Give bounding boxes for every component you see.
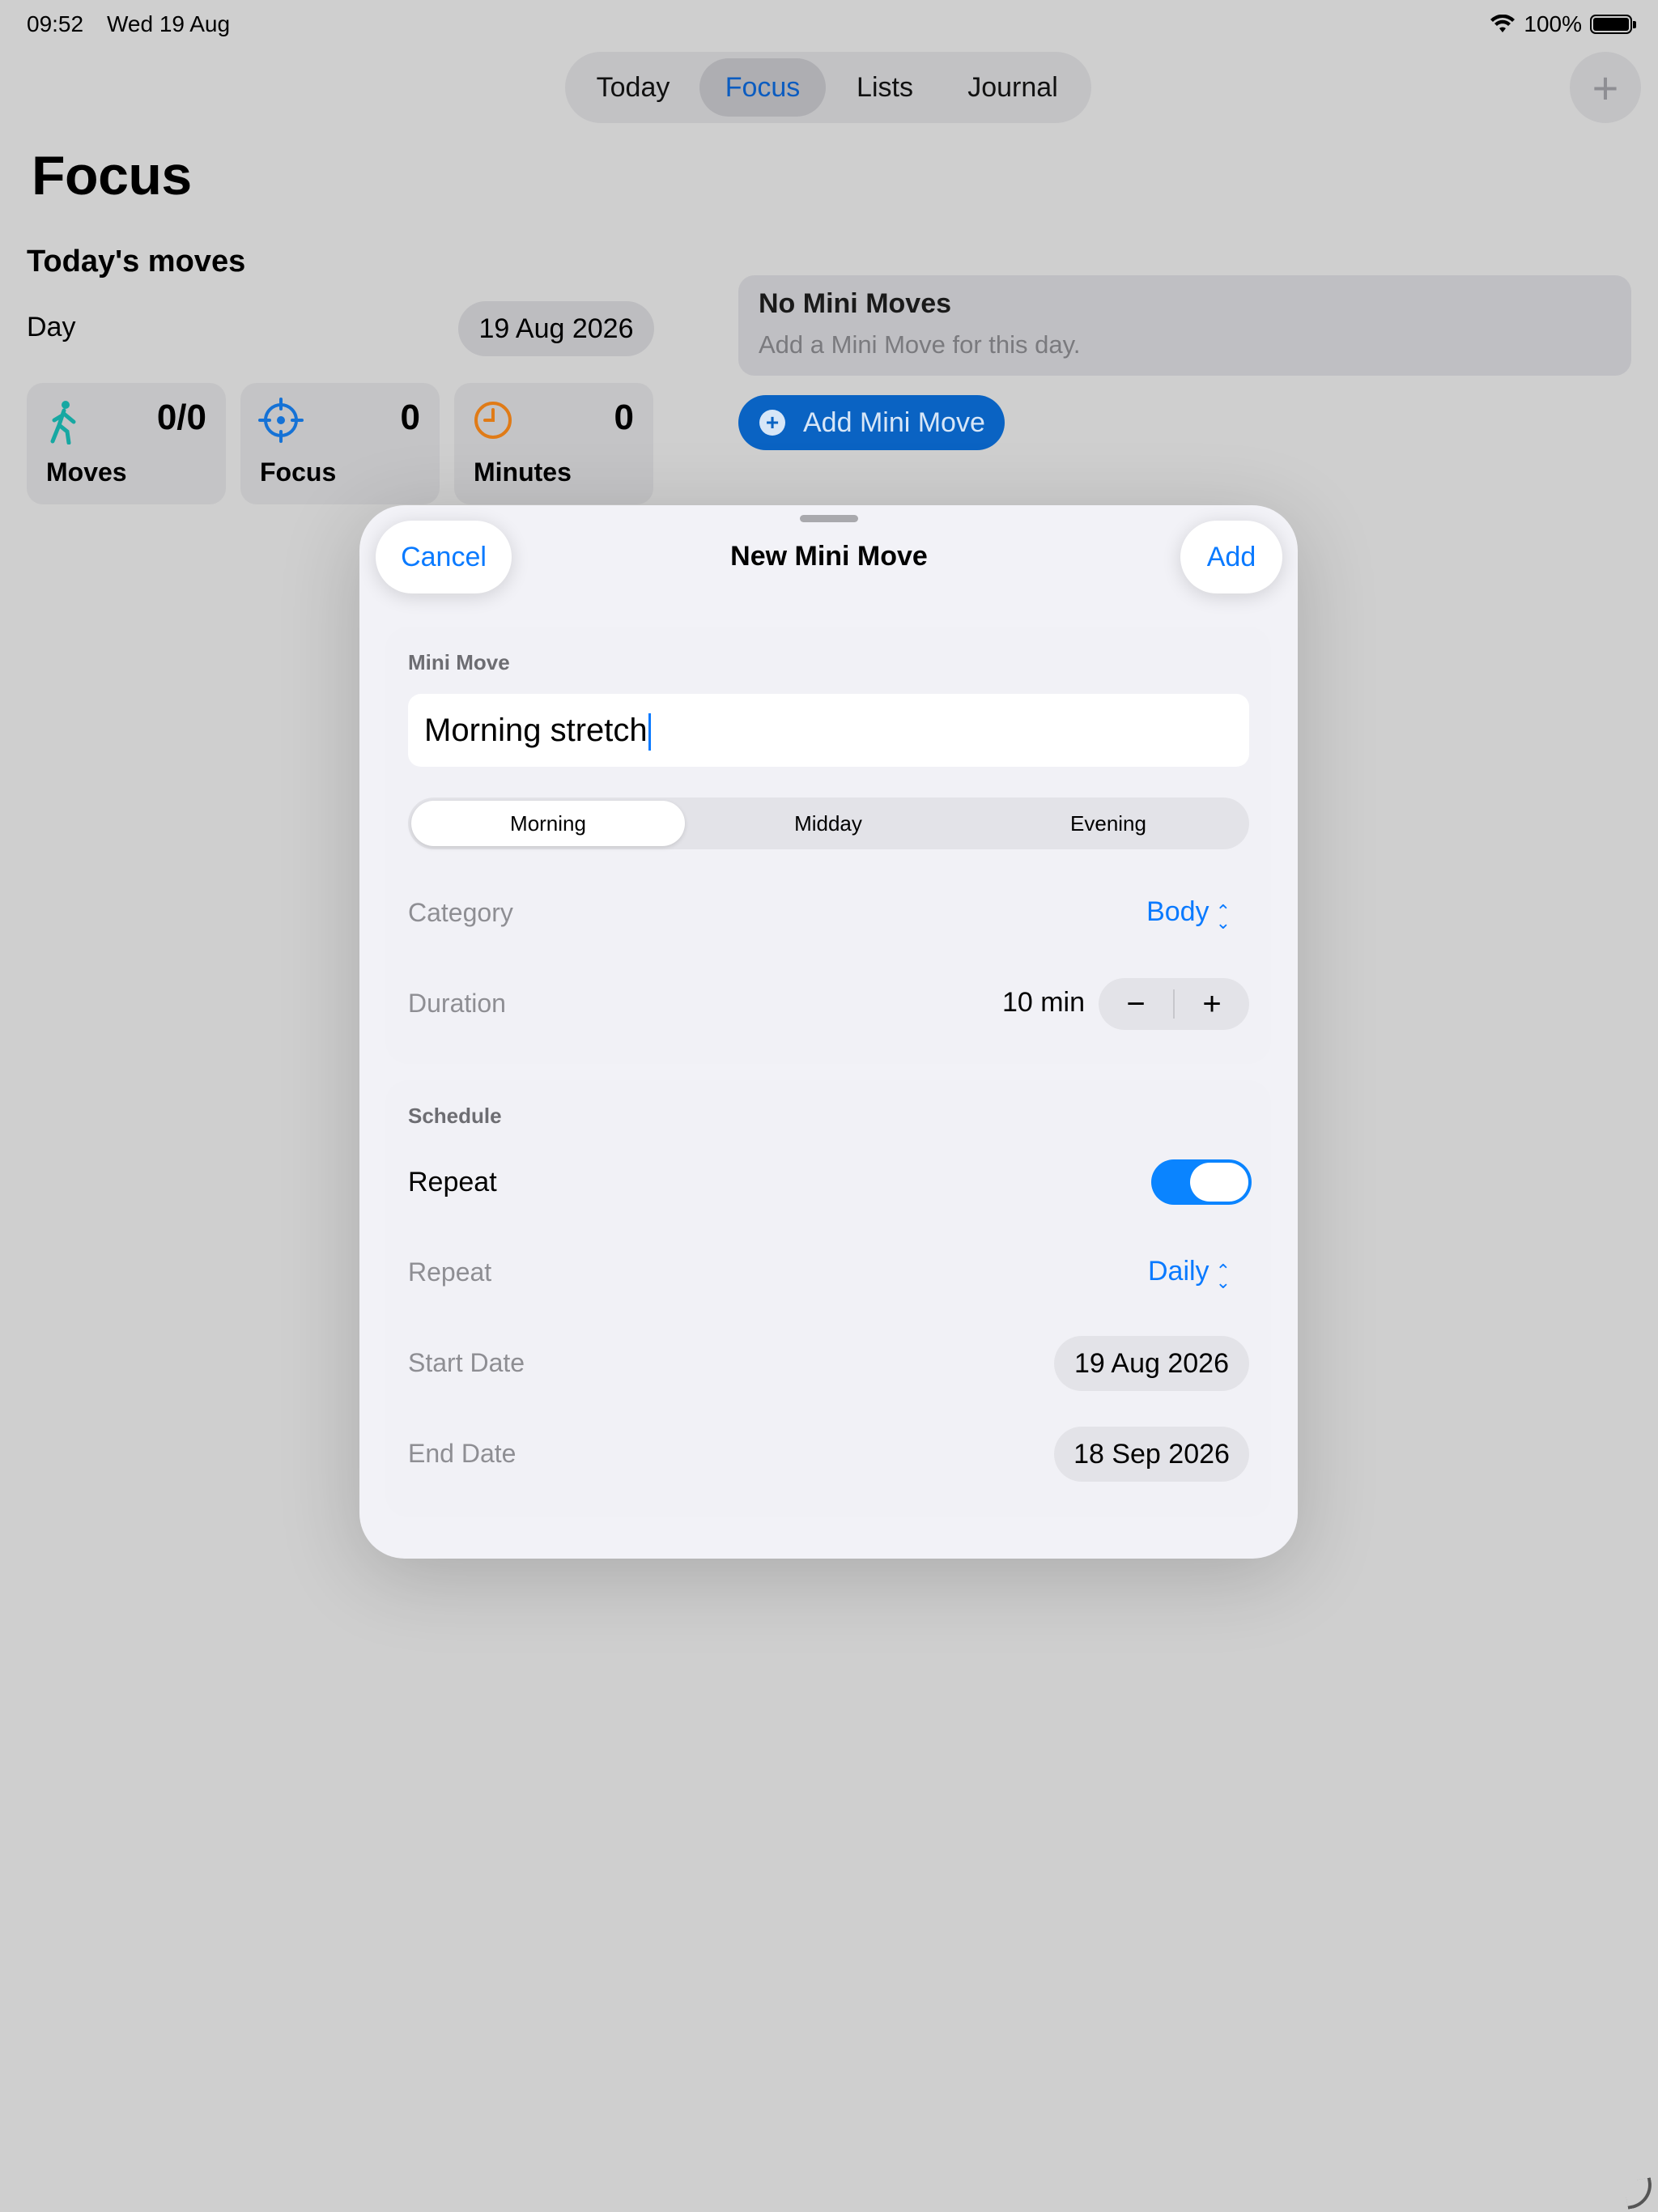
walking-figure-icon [50,401,76,445]
add-mini-move-button[interactable]: + Add Mini Move [738,395,1005,450]
schedule-header: Schedule [408,1104,502,1128]
stat-minutes: 0 Minutes [454,383,653,504]
empty-state-subtitle: Add a Mini Move for this day. [759,330,1081,359]
category-label: Category [408,898,513,927]
segment-evening[interactable]: Evening [971,801,1245,846]
clock-icon [474,402,512,439]
add-button[interactable]: + [1570,52,1641,123]
resize-handle-icon[interactable] [1623,2177,1656,2210]
plus-circle-icon: + [759,410,785,436]
mini-move-name-value: Morning stretch [424,713,648,748]
repeat-toggle[interactable] [1151,1159,1252,1205]
wifi-icon [1490,15,1516,32]
stat-minutes-value: 0 [614,398,634,437]
sheet-grabber[interactable] [800,515,858,522]
sheet-title: New Mini Move [730,541,928,572]
status-indicators: 100% [1490,11,1636,37]
category-picker[interactable]: Body ⌃ ⌄ [1146,896,1231,933]
repeat-toggle-label: Repeat [408,1167,497,1197]
segment-midday[interactable]: Midday [691,801,965,846]
empty-state-title: No Mini Moves [759,288,952,319]
plus-icon: + [1592,62,1619,113]
segment-morning[interactable]: Morning [411,801,685,846]
stat-moves-value: 0/0 [156,398,206,437]
tab-focus[interactable]: Focus [699,58,826,117]
start-date-label: Start Date [408,1348,525,1377]
status-time: 09:52 [27,11,84,36]
stepper-plus-button[interactable]: + [1175,978,1249,1030]
section-title: Today's moves [27,245,246,279]
mini-move-header: Mini Move [408,650,510,674]
end-date-label: End Date [408,1439,517,1468]
tab-journal[interactable]: Journal [944,58,1082,117]
stat-moves-label: Moves [46,457,127,487]
stat-minutes-label: Minutes [474,457,572,487]
day-label: Day [27,312,76,342]
tab-bar: Today Focus Lists Journal [565,52,1091,123]
day-picker[interactable]: 19 Aug 2026 [458,301,654,356]
category-value: Body [1146,896,1209,927]
page-title: Focus [32,145,192,206]
end-date-picker[interactable]: 18 Sep 2026 [1054,1427,1249,1482]
stat-moves: 0/0 Moves [27,383,226,504]
tab-lists[interactable]: Lists [832,58,937,117]
empty-state-card: No Mini Moves Add a Mini Move for this d… [738,275,1631,376]
stepper-minus-button[interactable]: − [1099,978,1173,1030]
status-date: Wed 19 Aug [107,11,231,36]
add-confirm-button[interactable]: Add [1180,521,1282,593]
duration-stepper: − + [1099,978,1249,1030]
toggle-knob [1190,1163,1248,1202]
text-caret [648,713,651,751]
target-icon [258,398,304,443]
chevron-up-down-icon: ⌃ ⌄ [1215,1260,1231,1292]
stat-focus-label: Focus [260,457,337,487]
stat-focus-value: 0 [400,398,420,437]
duration-label: Duration [408,989,506,1018]
repeat-frequency-value: Daily [1147,1256,1209,1287]
tab-today[interactable]: Today [573,58,693,117]
repeat-frequency-label: Repeat [408,1257,492,1287]
battery-icon [1590,15,1636,34]
repeat-frequency-picker[interactable]: Daily ⌃ ⌄ [1147,1256,1231,1292]
chevron-up-down-icon: ⌃ ⌄ [1215,900,1231,933]
battery-percent: 100% [1524,11,1582,36]
stat-focus: 0 Focus [240,383,440,504]
mini-move-name-input[interactable]: Morning stretch [408,694,1249,767]
start-date-picker[interactable]: 19 Aug 2026 [1054,1336,1249,1391]
time-of-day-segmented-control: Morning Midday Evening [408,798,1249,849]
duration-value: 10 min [1001,987,1085,1018]
add-mini-move-label: Add Mini Move [803,406,985,438]
